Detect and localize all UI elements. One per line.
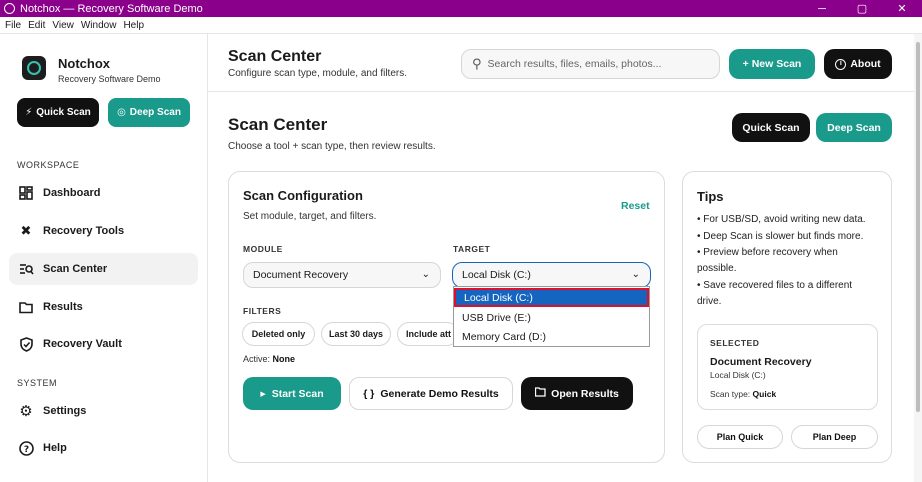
window-title: Notchox — Recovery Software Demo	[20, 2, 203, 15]
sidebar-quick-scan-button[interactable]: ⚡ Quick Scan	[17, 98, 99, 127]
scan-icon	[18, 261, 34, 277]
target-option[interactable]: USB Drive (E:)	[454, 308, 649, 327]
page-title: Scan Center	[228, 115, 328, 134]
menu-help[interactable]: Help	[123, 20, 144, 31]
menu-window[interactable]: Window	[81, 20, 117, 31]
app-icon	[4, 3, 15, 14]
scan-config-title: Scan Configuration	[243, 188, 363, 203]
sidebar-item-scan-center[interactable]: Scan Center	[9, 253, 198, 285]
bolt-icon: ⚡	[25, 107, 33, 118]
sidebar-item-dashboard[interactable]: Dashboard	[9, 177, 198, 209]
module-select[interactable]: Document Recovery ⌄	[243, 262, 441, 288]
tip-line: • For USB/SD, avoid writing new data.	[697, 214, 866, 225]
selected-summary: SELECTED Document Recovery Local Disk (C…	[697, 324, 878, 410]
start-scan-button[interactable]: ▶ Start Scan	[243, 377, 341, 410]
target-dropdown-list: Local Disk (C:) USB Drive (E:) Memory Ca…	[453, 286, 650, 347]
selected-label: SELECTED	[710, 338, 760, 348]
folder-icon	[18, 299, 34, 315]
maximize-button[interactable]: ▢	[842, 2, 882, 15]
workspace-label: WORKSPACE	[17, 160, 80, 170]
page-subtitle: Choose a tool + scan type, then review r…	[228, 141, 436, 152]
selected-module: Document Recovery	[710, 356, 812, 368]
play-icon: ▶	[260, 390, 266, 398]
search-input[interactable]: ⚲ Search results, files, emails, photos.…	[461, 49, 720, 79]
active-filters: Active: None	[243, 354, 296, 364]
tip-line: drive.	[697, 296, 722, 307]
module-label: MODULE	[243, 244, 283, 254]
header-subtitle: Configure scan type, module, and filters…	[228, 68, 407, 79]
chevron-down-icon: ⌄	[631, 269, 640, 280]
page-deep-scan-button[interactable]: Deep Scan	[816, 113, 892, 142]
selected-scan-type: Scan type: Quick	[710, 389, 777, 399]
info-icon: i	[835, 58, 847, 70]
system-label: SYSTEM	[17, 378, 58, 388]
about-button[interactable]: i About	[824, 49, 892, 79]
svg-text:?: ?	[23, 445, 28, 455]
tips-title: Tips	[697, 189, 724, 204]
selected-target: Local Disk (C:)	[710, 370, 766, 380]
sidebar: Notchox Recovery Software Demo ⚡ Quick S…	[0, 34, 208, 482]
tip-line: • Deep Scan is slower but finds more.	[697, 231, 864, 242]
target-select[interactable]: Local Disk (C:) ⌄	[452, 262, 651, 288]
minimize-button[interactable]: ─	[802, 3, 842, 15]
shield-icon	[18, 336, 34, 352]
help-icon: ?	[18, 440, 34, 456]
main-area: Scan Center Configure scan type, module,…	[208, 34, 920, 482]
brand: Notchox Recovery Software Demo	[22, 54, 161, 84]
sidebar-item-settings[interactable]: ⚙ Settings	[9, 395, 198, 427]
menu-bar: File Edit View Window Help	[0, 17, 922, 34]
grid-icon	[18, 185, 34, 201]
sidebar-item-help[interactable]: ? Help	[9, 432, 198, 464]
plan-deep-button[interactable]: Plan Deep	[791, 425, 878, 449]
target-icon: ◎	[117, 107, 126, 118]
target-option[interactable]: Local Disk (C:)	[454, 288, 649, 307]
header-title: Scan Center	[228, 48, 322, 65]
sidebar-deep-scan-button[interactable]: ◎ Deep Scan	[108, 98, 190, 127]
tips-card: Tips • For USB/SD, avoid writing new dat…	[682, 171, 892, 463]
sidebar-item-recovery-tools[interactable]: ✖ Recovery Tools	[9, 215, 198, 247]
gear-icon: ⚙	[19, 403, 33, 420]
menu-view[interactable]: View	[52, 20, 74, 31]
header-divider	[208, 91, 920, 92]
page-quick-scan-button[interactable]: Quick Scan	[732, 113, 810, 142]
chip-include-attachments[interactable]: Include att	[397, 322, 459, 346]
code-icon: { }	[363, 387, 375, 400]
plan-quick-button[interactable]: Plan Quick	[697, 425, 783, 449]
target-label: TARGET	[453, 244, 491, 254]
sidebar-item-results[interactable]: Results	[9, 291, 198, 323]
target-option[interactable]: Memory Card (D:)	[454, 327, 649, 346]
close-button[interactable]: ✕	[882, 2, 922, 15]
new-scan-button[interactable]: + New Scan	[729, 49, 815, 79]
search-placeholder: Search results, files, emails, photos...	[487, 58, 662, 70]
tools-icon: ✖	[20, 223, 32, 238]
scan-config-subtitle: Set module, target, and filters.	[243, 211, 377, 222]
chevron-down-icon: ⌄	[421, 269, 430, 280]
search-icon: ⚲	[472, 56, 482, 71]
menu-edit[interactable]: Edit	[28, 20, 45, 31]
open-results-button[interactable]: Open Results	[521, 377, 633, 410]
sidebar-item-recovery-vault[interactable]: Recovery Vault	[9, 328, 198, 360]
logo-icon	[22, 56, 46, 80]
chip-deleted-only[interactable]: Deleted only	[242, 322, 315, 346]
title-bar: Notchox — Recovery Software Demo ─ ▢ ✕	[0, 0, 922, 17]
filters-label: FILTERS	[243, 306, 282, 316]
folder-open-icon	[535, 387, 546, 400]
reset-link[interactable]: Reset	[621, 200, 650, 212]
chip-last-30-days[interactable]: Last 30 days	[321, 322, 391, 346]
menu-file[interactable]: File	[5, 20, 21, 31]
scrollbar[interactable]	[914, 34, 922, 482]
generate-demo-results-button[interactable]: { } Generate Demo Results	[349, 377, 513, 410]
tip-line: possible.	[697, 263, 737, 274]
tip-line: • Save recovered files to a different	[697, 280, 853, 291]
tip-line: • Preview before recovery when	[697, 247, 838, 258]
brand-subtitle: Recovery Software Demo	[58, 74, 161, 84]
scrollbar-thumb[interactable]	[916, 42, 920, 412]
brand-name: Notchox	[58, 56, 110, 71]
